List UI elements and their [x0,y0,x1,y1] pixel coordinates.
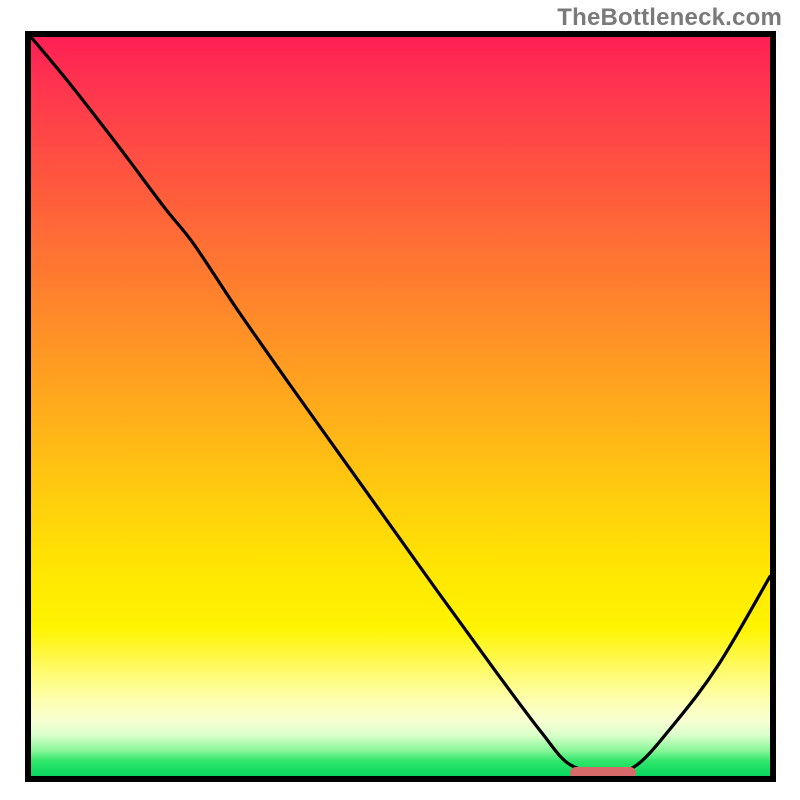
bottleneck-curve [31,37,770,776]
minimum-marker [570,767,636,779]
plot-area [25,31,776,782]
chart-frame: TheBottleneck.com [0,0,800,800]
watermark-text: TheBottleneck.com [557,4,782,32]
